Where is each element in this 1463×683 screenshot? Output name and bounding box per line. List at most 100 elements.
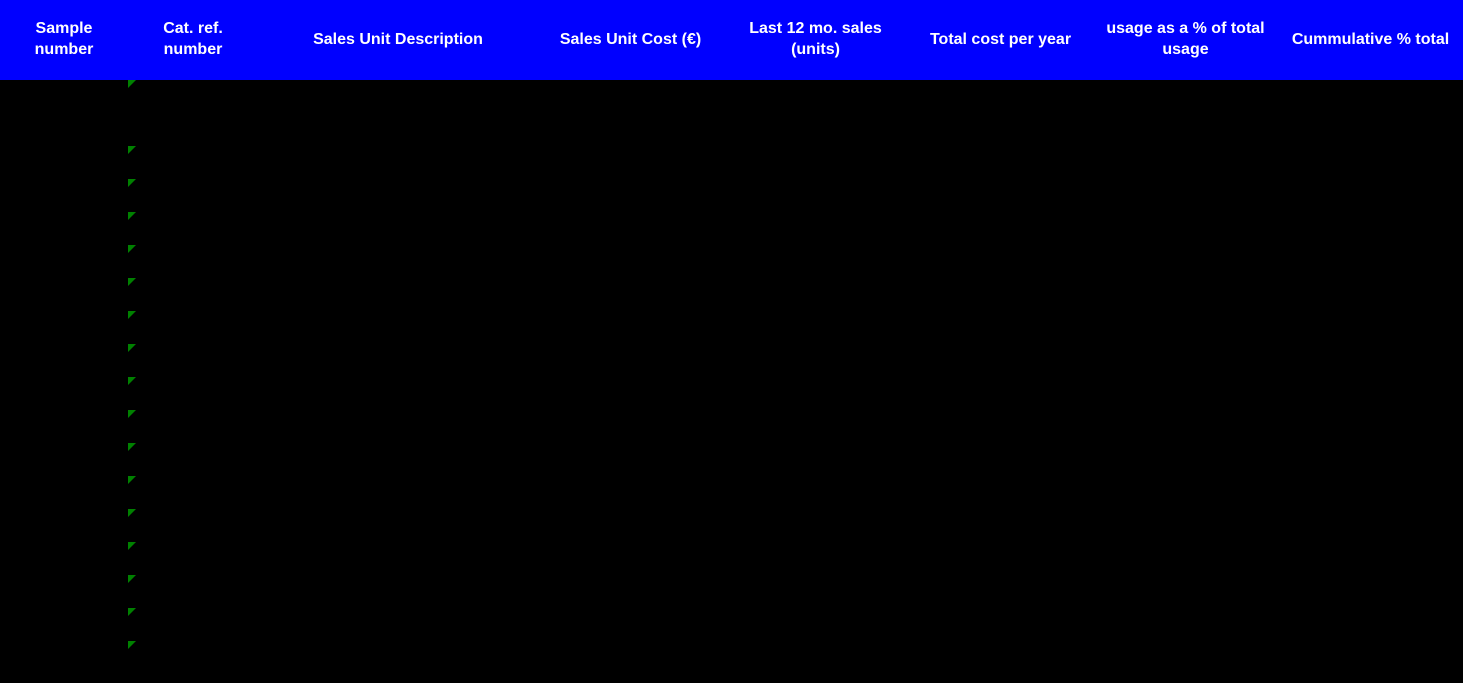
table-cell[interactable] [723,377,908,410]
table-cell[interactable] [908,575,1093,608]
table-cell[interactable] [908,212,1093,245]
table-cell[interactable] [128,410,258,443]
table-cell[interactable] [723,311,908,344]
table-cell[interactable] [538,509,723,542]
error-indicator-icon[interactable] [128,146,136,154]
table-cell[interactable] [723,245,908,278]
table-cell[interactable] [723,344,908,377]
table-cell[interactable] [538,212,723,245]
table-cell[interactable] [538,80,723,113]
error-indicator-icon[interactable] [128,476,136,484]
table-cell[interactable] [538,311,723,344]
table-cell[interactable] [128,608,258,641]
table-cell[interactable] [258,179,538,212]
table-cell[interactable] [1093,179,1278,212]
table-cell[interactable] [0,278,128,311]
table-cell[interactable] [0,509,128,542]
table-cell[interactable] [1093,509,1278,542]
header-sales-unit-cost[interactable]: Sales Unit Cost (€) [538,0,723,80]
table-cell[interactable] [128,641,258,674]
table-cell[interactable] [258,476,538,509]
table-cell[interactable] [0,212,128,245]
table-cell[interactable] [258,542,538,575]
table-cell[interactable] [258,410,538,443]
table-cell[interactable] [1093,377,1278,410]
table-cell[interactable] [1093,410,1278,443]
table-cell[interactable] [723,608,908,641]
table-cell[interactable] [258,575,538,608]
table-cell[interactable] [128,245,258,278]
table-cell[interactable] [1093,542,1278,575]
table-cell[interactable] [258,212,538,245]
table-cell[interactable] [908,443,1093,476]
table-cell[interactable] [0,608,128,641]
table-cell[interactable] [908,542,1093,575]
table-cell[interactable] [0,542,128,575]
table-cell[interactable] [128,542,258,575]
error-indicator-icon[interactable] [128,179,136,187]
table-cell[interactable] [723,113,908,146]
table-cell[interactable] [723,146,908,179]
table-cell[interactable] [723,179,908,212]
table-cell[interactable] [128,179,258,212]
table-cell[interactable] [0,641,128,674]
table-cell[interactable] [1278,113,1463,146]
table-cell[interactable] [538,542,723,575]
table-cell[interactable] [1278,179,1463,212]
table-cell[interactable] [1093,443,1278,476]
table-cell[interactable] [538,344,723,377]
table-cell[interactable] [258,278,538,311]
table-cell[interactable] [258,245,538,278]
table-cell[interactable] [0,311,128,344]
table-cell[interactable] [1278,311,1463,344]
table-cell[interactable] [258,311,538,344]
table-cell[interactable] [908,311,1093,344]
header-last-12-mo-sales[interactable]: Last 12 mo. sales (units) [723,0,908,80]
table-cell[interactable] [258,443,538,476]
error-indicator-icon[interactable] [128,641,136,649]
table-cell[interactable] [1093,245,1278,278]
table-cell[interactable] [1093,476,1278,509]
table-cell[interactable] [0,344,128,377]
table-cell[interactable] [908,179,1093,212]
table-cell[interactable] [1093,146,1278,179]
table-cell[interactable] [1093,311,1278,344]
table-cell[interactable] [908,80,1093,113]
table-cell[interactable] [258,344,538,377]
table-cell[interactable] [1278,212,1463,245]
header-total-cost-per-year[interactable]: Total cost per year [908,0,1093,80]
table-cell[interactable] [908,410,1093,443]
error-indicator-icon[interactable] [128,311,136,319]
header-sample-number[interactable]: Sample number [0,0,128,80]
table-cell[interactable] [0,80,128,113]
table-cell[interactable] [1093,113,1278,146]
table-cell[interactable] [723,278,908,311]
error-indicator-icon[interactable] [128,80,136,88]
table-cell[interactable] [1278,245,1463,278]
table-cell[interactable] [1278,278,1463,311]
table-cell[interactable] [1093,80,1278,113]
table-cell[interactable] [1093,641,1278,674]
table-cell[interactable] [1278,410,1463,443]
table-cell[interactable] [258,608,538,641]
error-indicator-icon[interactable] [128,575,136,583]
table-cell[interactable] [723,212,908,245]
table-cell[interactable] [0,476,128,509]
header-cumulative-percent[interactable]: Cummulative % total [1278,0,1463,80]
table-cell[interactable] [908,476,1093,509]
table-cell[interactable] [128,575,258,608]
table-cell[interactable] [538,245,723,278]
table-cell[interactable] [538,179,723,212]
table-cell[interactable] [538,608,723,641]
table-cell[interactable] [0,245,128,278]
table-cell[interactable] [723,476,908,509]
table-cell[interactable] [723,575,908,608]
table-cell[interactable] [1278,80,1463,113]
table-cell[interactable] [723,443,908,476]
table-cell[interactable] [0,410,128,443]
table-cell[interactable] [258,641,538,674]
error-indicator-icon[interactable] [128,509,136,517]
table-cell[interactable] [0,377,128,410]
table-cell[interactable] [538,476,723,509]
table-cell[interactable] [128,146,258,179]
